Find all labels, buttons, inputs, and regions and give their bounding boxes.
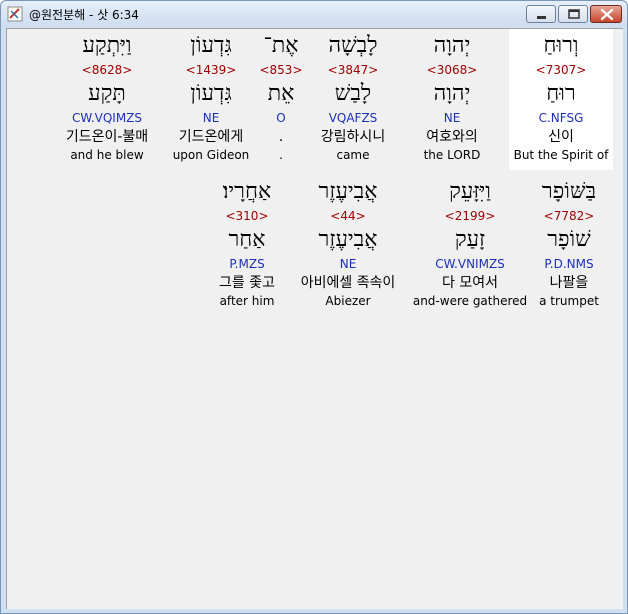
- hebrew-surface: יְהוָה: [433, 33, 471, 58]
- hebrew-lemma: גִּדְעוֹן: [190, 81, 232, 106]
- korean-gloss: 기드온에게: [178, 129, 244, 145]
- hebrew-surface: וַיִּזָּעֵק: [449, 179, 491, 204]
- word-cell[interactable]: אַחֲרָיו׃ <310> אַחַר P.MZS 그를 좇고 after …: [195, 175, 299, 316]
- close-button[interactable]: [590, 5, 622, 23]
- title-bar[interactable]: @원전분해 - 삿 6:34: [1, 1, 627, 27]
- hebrew-lemma: אֲבִיעֶזֶר: [318, 227, 378, 252]
- morphology-code: NE: [339, 257, 357, 271]
- maximize-button[interactable]: [558, 5, 588, 23]
- morphology-code: P.D.NMS: [544, 257, 594, 271]
- strong-number[interactable]: <7782>: [517, 209, 621, 223]
- strong-number[interactable]: <1439>: [159, 63, 263, 77]
- korean-gloss: 나팔을: [549, 275, 589, 291]
- hebrew-lemma: זָעַק: [454, 227, 486, 252]
- strong-number[interactable]: <8628>: [55, 63, 159, 77]
- word-cell[interactable]: וַיִּתְקַע <8628> תָּקַע CW.VQIMZS 기드온이-…: [55, 29, 159, 170]
- hebrew-lemma: אַחַר: [228, 227, 266, 252]
- window-title: @원전분해 - 삿 6:34: [29, 8, 139, 22]
- strong-number[interactable]: <44>: [296, 209, 400, 223]
- korean-gloss: 기드온이-불매: [65, 129, 149, 145]
- app-window: @원전분해 - 삿 6:34 וְרוּחַ <7307> רוּחַ C.NF…: [0, 0, 628, 614]
- korean-gloss: 다 모여서: [442, 275, 498, 291]
- english-gloss: and he blew: [70, 148, 144, 162]
- morphology-code: NE: [443, 111, 461, 125]
- interlinear-panel[interactable]: וְרוּחַ <7307> רוּחַ C.NFSG 신이 But the S…: [6, 28, 623, 609]
- strong-number[interactable]: <7307>: [509, 63, 613, 77]
- english-gloss: upon Gideon: [172, 148, 250, 162]
- hebrew-surface: וַיִּתְקַע: [82, 33, 132, 58]
- word-cell[interactable]: וַיִּזָּעֵק <2199> זָעַק CW.VNIMZS 다 모여서…: [413, 175, 527, 316]
- hebrew-lemma: יְהוָה: [433, 81, 471, 106]
- morphology-code: CW.VNIMZS: [435, 257, 505, 271]
- hebrew-surface: אַחֲרָיו׃: [222, 179, 272, 204]
- english-gloss: But the Spirit of: [513, 148, 609, 162]
- morphology-code: NE: [202, 111, 220, 125]
- close-icon: [600, 8, 614, 21]
- morphology-code: P.MZS: [229, 257, 265, 271]
- word-cell[interactable]: יְהוָה <3068> יְהוָה NE 여호와의 the LORD: [400, 29, 504, 170]
- hebrew-surface: וְרוּחַ: [543, 33, 579, 58]
- korean-gloss: 그를 좇고: [219, 275, 275, 291]
- morphology-code: CW.VQIMZS: [71, 111, 143, 125]
- strong-number[interactable]: <2199>: [418, 209, 522, 223]
- hebrew-lemma: שׁוֹפָר: [547, 227, 591, 252]
- word-cell[interactable]: גִּדְעוֹן <1439> גִּדְעוֹן NE 기드온에게 upon…: [159, 29, 263, 170]
- english-gloss: the LORD: [423, 148, 481, 162]
- korean-gloss: 신이: [548, 129, 574, 145]
- word-cell[interactable]: וְרוּחַ <7307> רוּחַ C.NFSG 신이 But the S…: [509, 29, 613, 170]
- hebrew-lemma: רוּחַ: [546, 81, 576, 106]
- korean-gloss: 여호와의: [426, 129, 478, 145]
- morphology-code: C.NFSG: [538, 111, 584, 125]
- english-gloss: after him: [219, 294, 275, 308]
- maximize-icon: [568, 9, 580, 19]
- strong-number[interactable]: <3068>: [400, 63, 504, 77]
- hebrew-surface: גִּדְעוֹן: [190, 33, 232, 58]
- minimize-icon: [537, 16, 546, 19]
- word-cell[interactable]: אֲבִיעֶזֶר <44> אֲבִיעֶזֶר NE 아비에셀 족속이 A…: [296, 175, 400, 316]
- strong-number[interactable]: <310>: [195, 209, 299, 223]
- hebrew-surface: בַּשּׁוֹפָר: [541, 179, 597, 204]
- english-gloss: and-were gathered: [412, 294, 528, 308]
- hebrew-surface: אֲבִיעֶזֶר: [318, 179, 378, 204]
- english-gloss: Abiezer: [325, 294, 371, 308]
- hebrew-lemma: תָּקַע: [88, 81, 126, 106]
- minimize-button[interactable]: [526, 5, 556, 23]
- bible-app-icon[interactable]: [7, 6, 23, 22]
